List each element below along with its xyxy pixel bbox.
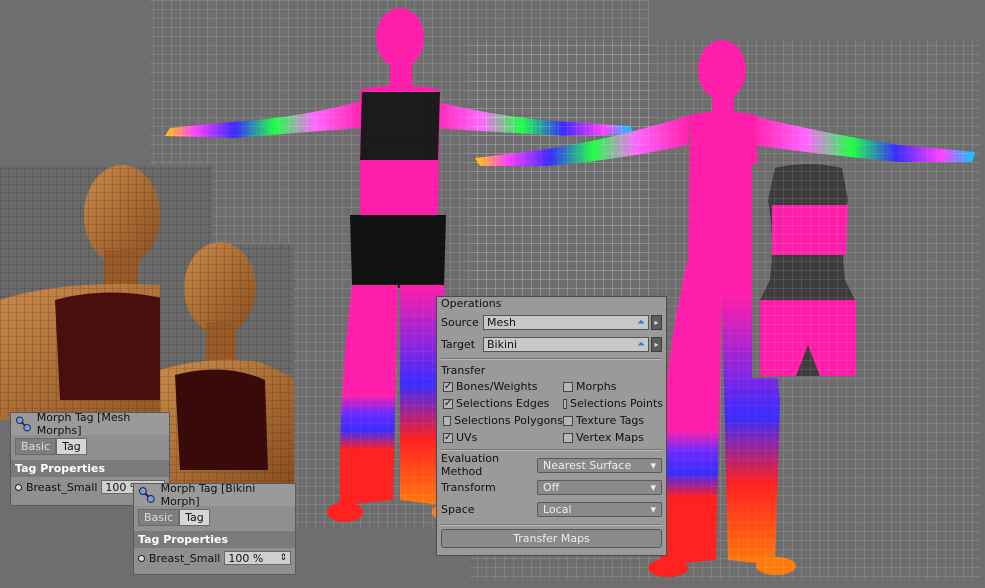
option-selections-polygons[interactable]: Selections Polygons: [443, 413, 563, 428]
panel-title: Morph Tag [Bikini Morph]: [160, 482, 256, 508]
target-value: Bikini: [487, 337, 518, 351]
tab-basic[interactable]: Basic: [138, 509, 180, 526]
source-label: Source: [441, 315, 479, 329]
checkbox[interactable]: ✓: [443, 431, 453, 443]
check-icon: ✓: [443, 397, 453, 409]
property-label: Breast_Small: [25, 480, 98, 494]
property-row: Breast_Small 100 % ⇕: [134, 548, 295, 568]
space-value: Local: [543, 502, 572, 516]
checkbox[interactable]: ✓: [443, 380, 453, 392]
morph-tag-icon: [138, 487, 155, 503]
panel-header: Morph Tag [Mesh Morphs]: [11, 411, 169, 437]
morph-tag-panel-bikini-morph: Morph Tag [Bikini Morph] Basic Tag Tag P…: [133, 482, 296, 575]
divider: [441, 524, 662, 526]
tab-tag[interactable]: Tag: [179, 509, 210, 526]
transfer-options: ✓ Bones/Weights Morphs ✓ Selections Edges …: [437, 378, 666, 446]
panel-header: Morph Tag [Bikini Morph]: [134, 482, 295, 508]
option-bones-weights[interactable]: ✓ Bones/Weights: [443, 379, 563, 394]
space-dropdown[interactable]: Local ▾: [537, 501, 662, 517]
transform-row: Transform Off ▾: [437, 476, 666, 498]
option-label: Selections Polygons: [454, 414, 563, 427]
pick-icon[interactable]: ⏶: [637, 317, 645, 328]
checkbox[interactable]: [563, 398, 568, 409]
option-selections-edges[interactable]: ✓ Selections Edges: [443, 396, 563, 411]
option-label: Morphs: [576, 380, 617, 393]
source-field[interactable]: Mesh ⏶: [483, 314, 649, 330]
source-arrow-button[interactable]: ▸: [651, 314, 662, 330]
tab-basic[interactable]: Basic: [15, 438, 57, 455]
evaluation-value: Nearest Surface: [543, 458, 632, 472]
option-label: Vertex Maps: [576, 431, 644, 444]
bikini-mesh-view: [752, 164, 864, 378]
chevron-down-icon: ▾: [650, 458, 656, 472]
option-label: Selections Edges: [456, 397, 550, 410]
option-label: Bones/Weights: [456, 380, 538, 393]
evaluation-label: Evaluation Method: [441, 452, 500, 478]
transfer-panel: Operations Source Mesh ⏶ ▸ Target Bikini…: [436, 296, 667, 556]
tab-bar: Basic Tag: [11, 435, 169, 458]
operations-label: Operations: [441, 297, 502, 310]
animate-dot-icon[interactable]: [138, 554, 145, 562]
evaluation-row: Evaluation Method Nearest Surface ▾: [437, 452, 666, 478]
option-label: Selections Points: [570, 397, 663, 410]
option-label: Texture Tags: [576, 414, 645, 427]
evaluation-dropdown[interactable]: Nearest Surface ▾: [537, 457, 662, 473]
animate-dot-icon[interactable]: [15, 483, 22, 491]
check-icon: ✓: [443, 431, 453, 443]
source-row: Source Mesh ⏶ ▸: [437, 311, 666, 333]
checkbox[interactable]: [563, 415, 573, 426]
chevron-down-icon: ▾: [650, 480, 656, 494]
divider: [441, 358, 662, 360]
option-texture-tags[interactable]: Texture Tags: [563, 413, 663, 428]
pick-icon[interactable]: ⏶: [637, 339, 645, 350]
transfer-maps-button[interactable]: Transfer Maps: [441, 529, 662, 548]
option-selections-points[interactable]: Selections Points: [563, 396, 663, 411]
section-header: Tag Properties: [134, 531, 295, 548]
space-label: Space: [441, 502, 475, 516]
option-morphs[interactable]: Morphs: [563, 379, 663, 394]
morph-tag-icon: [15, 416, 31, 432]
strength-field[interactable]: 100 % ⇕: [224, 551, 291, 565]
tab-tag[interactable]: Tag: [56, 438, 87, 455]
option-vertex-maps[interactable]: Vertex Maps: [563, 430, 663, 445]
checkbox[interactable]: [563, 432, 573, 443]
checkbox[interactable]: [443, 415, 452, 426]
chevron-down-icon: ▾: [650, 502, 656, 516]
property-label: Breast_Small: [148, 551, 221, 565]
panel-title: Morph Tag [Mesh Morphs]: [36, 411, 131, 437]
checkbox[interactable]: [563, 381, 573, 392]
stepper-icon[interactable]: ⇕: [279, 553, 287, 563]
section-header: Tag Properties: [11, 460, 169, 477]
checkbox[interactable]: ✓: [443, 397, 453, 409]
option-uvs[interactable]: ✓ UVs: [443, 430, 563, 445]
strength-value: 100 %: [228, 551, 264, 565]
target-arrow-button[interactable]: ▸: [651, 336, 662, 352]
transform-label: Transform: [441, 480, 496, 494]
space-row: Space Local ▾: [437, 498, 666, 520]
target-label: Target: [441, 337, 476, 351]
transfer-label: Transfer: [441, 364, 486, 377]
transform-dropdown[interactable]: Off ▾: [537, 479, 662, 495]
divider: [441, 449, 662, 451]
target-row: Target Bikini ⏶ ▸: [437, 333, 666, 355]
check-icon: ✓: [443, 380, 453, 392]
option-label: UVs: [456, 431, 478, 444]
transform-value: Off: [543, 480, 560, 494]
render-view-bikini-morph: [160, 242, 294, 484]
tab-bar: Basic Tag: [134, 506, 295, 529]
source-value: Mesh: [487, 315, 516, 329]
target-field[interactable]: Bikini ⏶: [483, 336, 649, 352]
